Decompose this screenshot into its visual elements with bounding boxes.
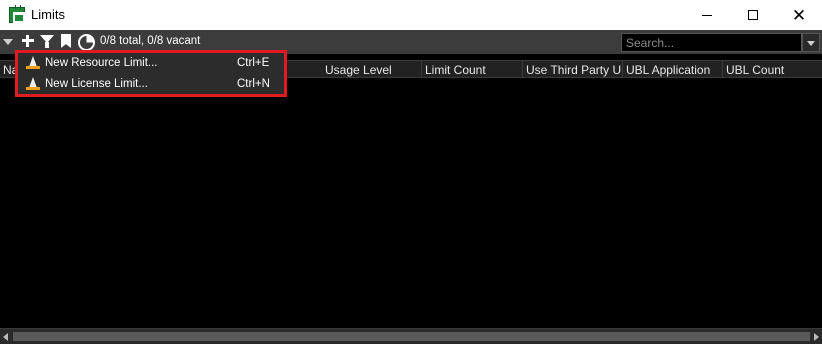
column-header-ubl-count[interactable]: UBL Count	[723, 61, 822, 78]
bookmark-icon[interactable]	[58, 33, 74, 50]
cone-icon	[26, 56, 40, 70]
menu-item-shortcut: Ctrl+E	[237, 57, 270, 69]
column-header-usage-level[interactable]: Usage Level	[322, 61, 422, 78]
maximize-button[interactable]	[730, 0, 776, 30]
column-header-limit-count[interactable]: Limit Count	[422, 61, 523, 78]
title-bar: Limits ✕	[0, 0, 822, 30]
menu-item-new-license-limit[interactable]: New License Limit... Ctrl+N	[18, 74, 284, 94]
menu-item-new-resource-limit[interactable]: New Resource Limit... Ctrl+E	[18, 53, 284, 73]
search-dropdown-button[interactable]	[802, 33, 820, 52]
search-input[interactable]	[621, 33, 802, 52]
add-icon[interactable]	[20, 33, 36, 50]
minimize-button[interactable]	[684, 0, 730, 30]
close-button[interactable]: ✕	[776, 0, 822, 30]
toolbar-dropdown-icon[interactable]	[3, 39, 13, 45]
table-body[interactable]	[0, 78, 822, 328]
minimize-icon	[702, 14, 712, 16]
pie-chart-icon[interactable]	[77, 33, 95, 51]
status-text: 0/8 total, 0/8 vacant	[100, 35, 201, 47]
close-icon: ✕	[791, 5, 807, 25]
app-icon	[9, 7, 25, 23]
maximize-icon	[748, 10, 758, 20]
add-limit-menu: New Resource Limit... Ctrl+E New License…	[15, 50, 287, 97]
column-header-use-third-party-ubl[interactable]: Use Third Party UBL	[523, 61, 623, 78]
column-header-ubl-application[interactable]: UBL Application	[623, 61, 723, 78]
menu-item-label: New Resource Limit...	[45, 57, 158, 69]
horizontal-scrollbar[interactable]	[0, 328, 822, 344]
scroll-left-icon[interactable]	[3, 333, 8, 341]
window-title: Limits	[31, 7, 65, 22]
filter-icon[interactable]	[39, 33, 55, 50]
scrollbar-thumb[interactable]	[13, 332, 810, 341]
cone-icon	[26, 77, 40, 91]
menu-item-label: New License Limit...	[45, 78, 148, 90]
scroll-right-icon[interactable]	[814, 333, 819, 341]
menu-item-shortcut: Ctrl+N	[237, 78, 270, 90]
